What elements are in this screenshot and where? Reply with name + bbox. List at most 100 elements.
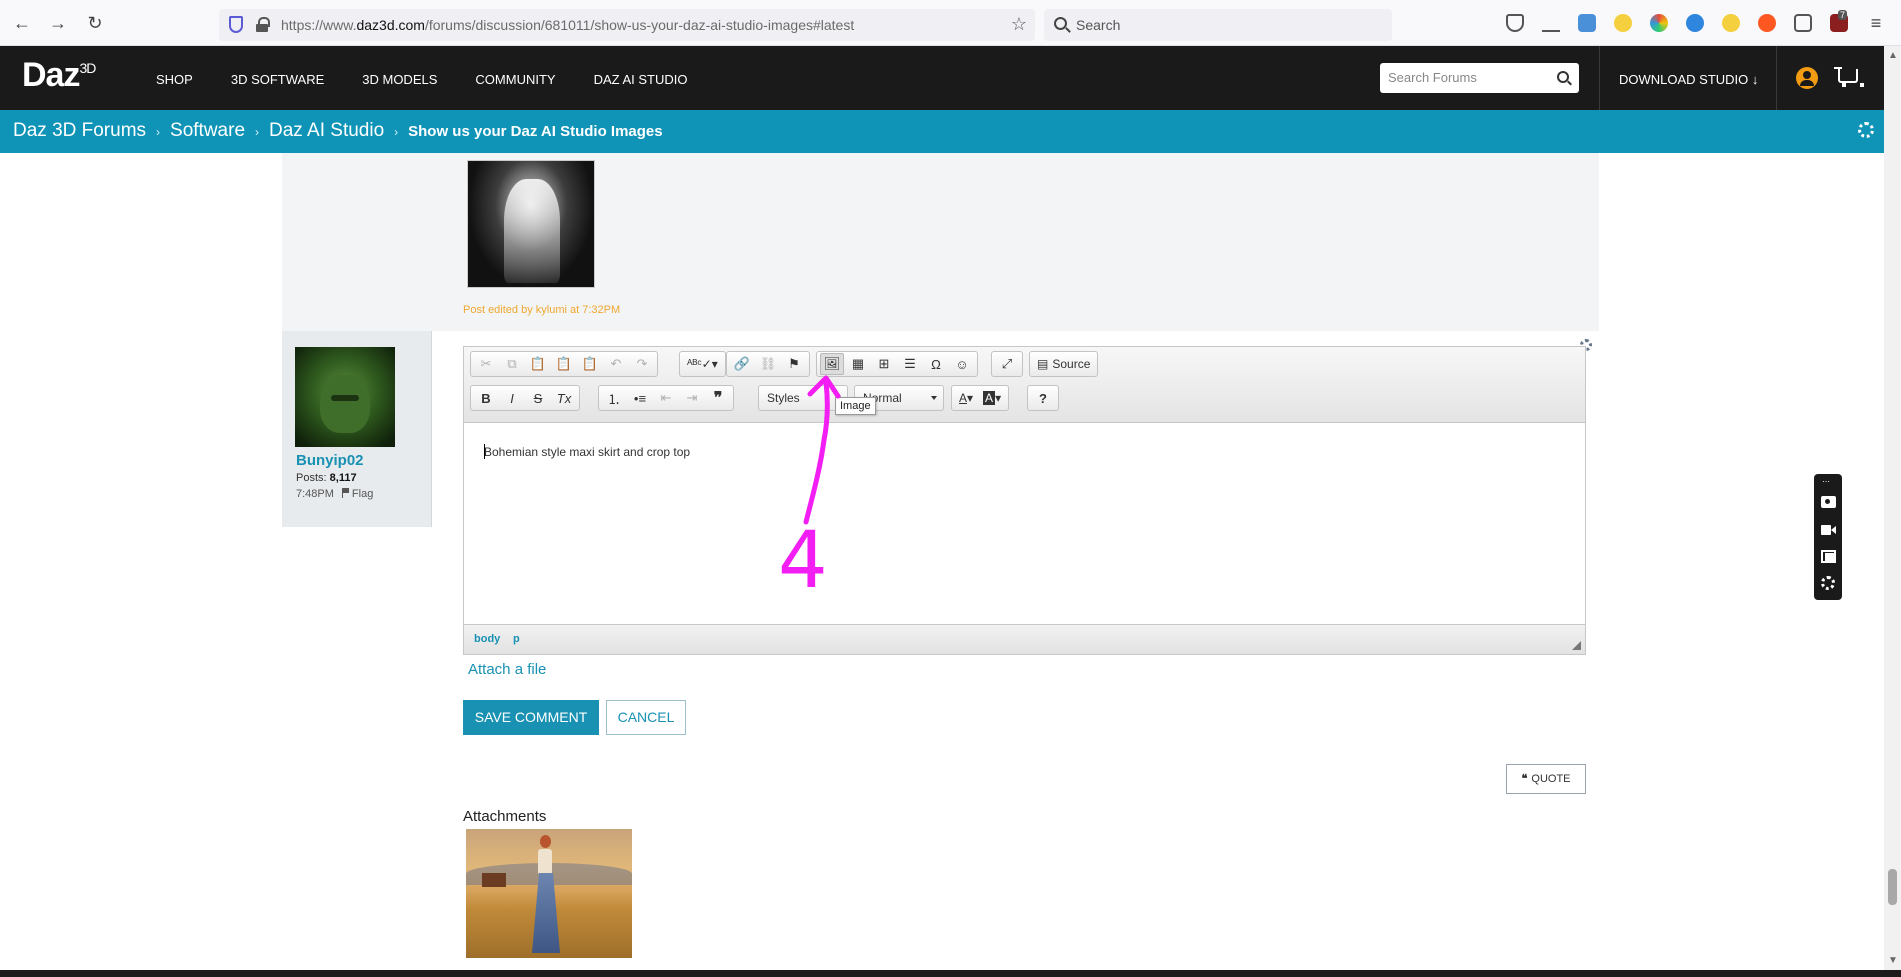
undo-icon[interactable]: ↶ bbox=[604, 353, 628, 375]
anchor-flag-icon[interactable]: ⚑ bbox=[782, 353, 806, 375]
list-group: ⒈ •≡ ⇤ ⇥ ❞ bbox=[598, 385, 734, 411]
avatar[interactable] bbox=[295, 347, 395, 447]
cut-icon[interactable]: ✂ bbox=[474, 353, 498, 375]
address-bar[interactable]: https://www.daz3d.com/forums/discussion/… bbox=[219, 9, 1035, 41]
nav-3d-models[interactable]: 3D MODELS bbox=[362, 72, 437, 87]
paste-icon[interactable]: 📋 bbox=[526, 353, 550, 375]
pocket-icon[interactable] bbox=[1506, 14, 1524, 32]
editor-status-bar: body p bbox=[464, 624, 1585, 654]
indent-icon[interactable]: ⇥ bbox=[680, 387, 704, 409]
breadcrumb-forums[interactable]: Daz 3D Forums bbox=[13, 120, 146, 142]
copy-icon[interactable]: ⧉ bbox=[500, 353, 524, 375]
image-gallery-icon[interactable]: ▦ bbox=[846, 353, 870, 375]
image-icon[interactable]: 🖼 bbox=[820, 353, 844, 375]
paste-word-icon[interactable]: 📋 bbox=[578, 353, 602, 375]
help-icon[interactable]: ? bbox=[1031, 387, 1055, 409]
table-icon[interactable]: ⊞ bbox=[872, 353, 896, 375]
nav-community[interactable]: COMMUNITY bbox=[475, 72, 555, 87]
source-group: ▤ Source bbox=[1029, 351, 1099, 377]
extensions-puzzle-icon[interactable] bbox=[1794, 14, 1812, 32]
smiley-icon[interactable]: ☺ bbox=[950, 353, 974, 375]
link-group: 🔗 ⛓ ⚑ bbox=[726, 351, 810, 377]
nav-daz-ai-studio[interactable]: DAZ AI STUDIO bbox=[594, 72, 688, 87]
nav-3d-software[interactable]: 3D SOFTWARE bbox=[231, 72, 324, 87]
comment-text[interactable]: Bohemian style maxi skirt and crop top bbox=[484, 445, 690, 459]
author-name[interactable]: Bunyip02 bbox=[296, 452, 364, 469]
breadcrumb-daz-ai-studio[interactable]: Daz AI Studio bbox=[269, 120, 384, 142]
blockquote-icon[interactable]: ❞ bbox=[706, 387, 730, 409]
ghost-attachment-thumbnail[interactable] bbox=[467, 160, 595, 288]
page-scrollbar[interactable]: ▲ ▼ bbox=[1884, 46, 1901, 970]
bold-icon[interactable]: B bbox=[474, 387, 498, 409]
scrollbar-thumb[interactable] bbox=[1888, 869, 1897, 905]
notification-badge: 7 bbox=[1838, 10, 1848, 20]
downloads-icon[interactable] bbox=[1542, 14, 1560, 32]
bohemian-attachment-thumbnail[interactable] bbox=[466, 829, 632, 958]
capture-settings-gear-icon[interactable] bbox=[1821, 576, 1835, 590]
unlink-icon[interactable]: ⛓ bbox=[756, 353, 780, 375]
extension-zoom-icon[interactable] bbox=[1614, 14, 1632, 32]
windows-icon[interactable] bbox=[1821, 550, 1836, 563]
special-character-icon[interactable]: Ω bbox=[924, 353, 948, 375]
back-icon[interactable]: ← bbox=[12, 13, 32, 33]
editor-toolbar: ✂ ⧉ 📋 📋 📋 ↶ ↷ ᴬᴮᶜ✓▾ 🔗 ⛓ ⚑ 🖼 ▦ ⊞ ☰ Ω ☺ ⤢ bbox=[464, 347, 1585, 423]
search-icon[interactable] bbox=[1557, 71, 1569, 83]
extension-zoom2-icon[interactable] bbox=[1722, 14, 1740, 32]
paste-text-icon[interactable]: 📋 bbox=[552, 353, 576, 375]
duckduckgo-icon[interactable] bbox=[1758, 14, 1776, 32]
outdent-icon[interactable]: ⇤ bbox=[654, 387, 678, 409]
breadcrumb-current-discussion[interactable]: Show us your Daz AI Studio Images bbox=[408, 123, 662, 140]
spellcheck-icon[interactable]: ᴬᴮᶜ✓▾ bbox=[683, 353, 722, 375]
url-text[interactable]: https://www.daz3d.com/forums/discussion/… bbox=[281, 17, 854, 33]
browser-search-box[interactable]: Search bbox=[1044, 9, 1392, 41]
save-comment-button[interactable]: SAVE COMMENT bbox=[463, 700, 599, 735]
editor-content-area[interactable]: Bohemian style maxi skirt and crop top bbox=[464, 423, 1585, 625]
comment-time: 7:48PM Flag bbox=[296, 488, 374, 500]
cart-icon[interactable] bbox=[1834, 67, 1864, 87]
maximize-icon[interactable]: ⤢ bbox=[995, 353, 1019, 375]
daz-logo[interactable]: Daz3D bbox=[22, 56, 96, 95]
strikethrough-icon[interactable]: S bbox=[526, 387, 550, 409]
camera-icon[interactable] bbox=[1821, 496, 1836, 508]
redo-icon[interactable]: ↷ bbox=[630, 353, 654, 375]
reload-icon[interactable]: ↻ bbox=[85, 13, 105, 33]
tracking-protection-icon[interactable] bbox=[229, 16, 243, 33]
bookmark-star-icon[interactable]: ☆ bbox=[1011, 14, 1027, 35]
lock-icon[interactable] bbox=[256, 17, 270, 32]
header-divider bbox=[1599, 46, 1600, 110]
remove-format-icon[interactable]: Tx bbox=[552, 387, 576, 409]
discussion-options-gear-icon[interactable] bbox=[1858, 122, 1874, 138]
nav-shop[interactable]: SHOP bbox=[156, 72, 193, 87]
capture-more-icon[interactable]: ⋯ bbox=[1822, 477, 1830, 486]
extension-profile-icon[interactable] bbox=[1686, 14, 1704, 32]
download-studio-button[interactable]: DOWNLOAD STUDIO ↓ bbox=[1619, 72, 1758, 87]
extension-doc-icon[interactable] bbox=[1578, 14, 1596, 32]
forum-search-input[interactable] bbox=[1388, 70, 1548, 85]
resize-handle-icon[interactable] bbox=[1572, 641, 1581, 650]
path-p[interactable]: p bbox=[513, 633, 520, 645]
path-body[interactable]: body bbox=[474, 633, 500, 645]
annotation-number: 4 bbox=[778, 516, 828, 606]
link-icon[interactable]: 🔗 bbox=[730, 353, 754, 375]
bulleted-list-icon[interactable]: •≡ bbox=[628, 387, 652, 409]
cancel-button[interactable]: CANCEL bbox=[606, 700, 686, 735]
horizontal-line-icon[interactable]: ☰ bbox=[898, 353, 922, 375]
attach-file-link[interactable]: Attach a file bbox=[468, 661, 546, 678]
source-button[interactable]: ▤ Source bbox=[1033, 353, 1094, 375]
breadcrumb-software[interactable]: Software bbox=[170, 120, 245, 142]
numbered-list-icon[interactable]: ⒈ bbox=[602, 387, 626, 409]
scroll-down-icon[interactable]: ▼ bbox=[1888, 955, 1898, 966]
extension-color-icon[interactable] bbox=[1650, 14, 1668, 32]
video-icon[interactable] bbox=[1821, 524, 1836, 536]
breadcrumb-separator: › bbox=[394, 125, 399, 139]
italic-icon[interactable]: I bbox=[500, 387, 524, 409]
scroll-up-icon[interactable]: ▲ bbox=[1888, 50, 1898, 61]
user-account-icon[interactable] bbox=[1796, 67, 1818, 89]
forward-icon[interactable]: → bbox=[48, 13, 68, 33]
background-color-icon[interactable]: A ▾ bbox=[979, 387, 1005, 409]
quote-button[interactable]: ❝ QUOTE bbox=[1506, 764, 1586, 794]
text-color-icon[interactable]: A ▾ bbox=[955, 387, 977, 409]
search-icon bbox=[1054, 17, 1067, 30]
menu-icon[interactable]: ≡ bbox=[1866, 13, 1886, 33]
flag-link[interactable]: Flag bbox=[352, 488, 373, 500]
